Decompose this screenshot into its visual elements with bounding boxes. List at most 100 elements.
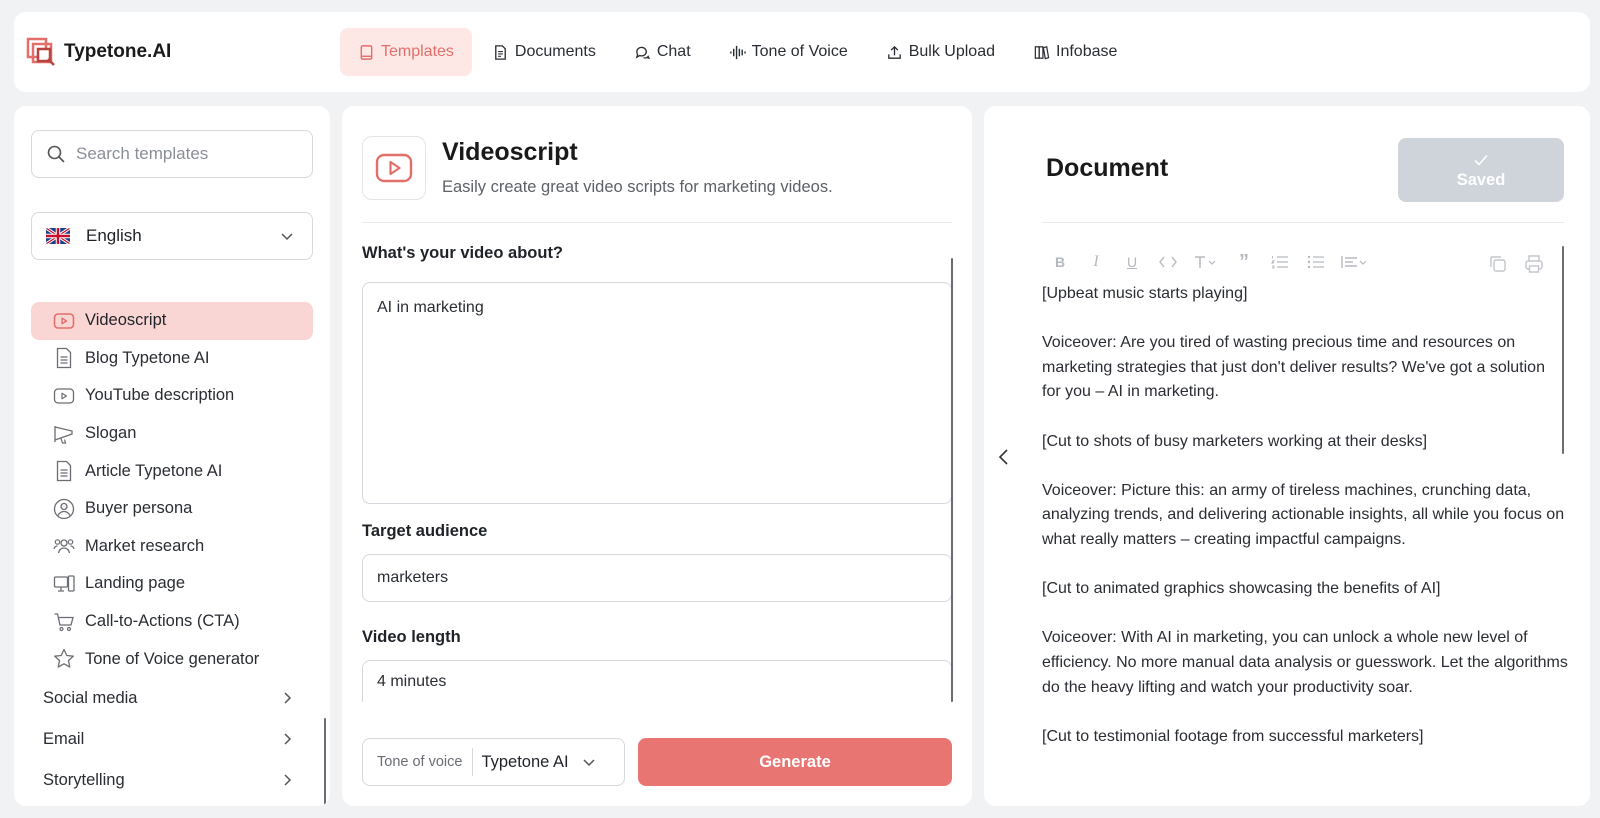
print-icon[interactable] xyxy=(1524,254,1544,274)
target-audience-label: Target audience xyxy=(362,522,488,540)
template-item-buyer-persona[interactable]: Buyer persona xyxy=(31,490,313,528)
template-item-market-research[interactable]: Market research xyxy=(31,528,313,566)
category-label: Storytelling xyxy=(43,770,125,789)
divider xyxy=(1042,222,1564,223)
search-box[interactable] xyxy=(31,130,313,178)
template-item-videoscript[interactable]: Videoscript xyxy=(31,302,313,340)
star-icon xyxy=(53,648,75,670)
template-item-tone-generator[interactable]: Tone of Voice generator xyxy=(31,640,313,678)
template-item-slogan[interactable]: Slogan xyxy=(31,415,313,453)
saved-button[interactable]: Saved xyxy=(1398,138,1564,202)
template-item-cta[interactable]: Call-to-Actions (CTA) xyxy=(31,603,313,641)
chevron-left-icon[interactable] xyxy=(994,446,1014,468)
template-item-label: Article Typetone AI xyxy=(85,461,223,480)
waveform-icon xyxy=(729,44,746,61)
chevron-down-icon xyxy=(569,754,597,770)
app-name: Typetone.AI xyxy=(64,41,172,62)
code-icon[interactable] xyxy=(1150,250,1186,274)
books-icon xyxy=(1033,44,1050,61)
template-item-label: Videoscript xyxy=(85,311,167,330)
nav-templates[interactable]: Templates xyxy=(340,28,472,76)
language-value: English xyxy=(86,226,142,245)
app-logo[interactable]: Typetone.AI xyxy=(26,37,326,67)
nav-label: Tone of Voice xyxy=(751,43,848,60)
search-icon xyxy=(46,144,66,164)
category-label: Social media xyxy=(43,688,138,707)
target-audience-input[interactable]: marketers xyxy=(362,554,952,602)
document-paragraph: [Cut to testimonial footage from success… xyxy=(1042,727,1424,745)
video-about-label: What's your video about? xyxy=(362,244,564,262)
document-title: Document xyxy=(1046,154,1169,182)
tone-of-voice-value: Typetone AI xyxy=(481,752,569,771)
nav-label: Chat xyxy=(656,43,691,60)
file-text-icon xyxy=(53,347,75,369)
play-icon xyxy=(53,310,75,332)
form-scrollbar[interactable] xyxy=(951,258,953,702)
nav-infobase[interactable]: Infobase xyxy=(1015,28,1135,76)
template-item-label: Blog Typetone AI xyxy=(85,348,210,367)
nav-bulk-upload[interactable]: Bulk Upload xyxy=(868,28,1013,76)
chevron-right-icon xyxy=(279,690,295,706)
nav-label: Templates xyxy=(381,43,454,60)
main-nav: Templates Documents Chat Tone of Voice B… xyxy=(340,28,1137,76)
megaphone-icon xyxy=(53,423,75,445)
template-item-label: Market research xyxy=(85,536,205,555)
chevron-right-icon xyxy=(279,731,295,747)
sidebar-scrollbar[interactable] xyxy=(324,718,326,806)
play-icon xyxy=(53,385,75,407)
template-item-blog[interactable]: Blog Typetone AI xyxy=(31,340,313,378)
document-paragraph: [Cut to animated graphics showcasing the… xyxy=(1042,580,1441,598)
nav-label: Documents xyxy=(514,43,596,60)
template-item-label: Buyer persona xyxy=(85,499,193,518)
template-form-panel: Videoscript Easily create great video sc… xyxy=(342,106,972,806)
underline-icon[interactable]: U xyxy=(1114,250,1150,274)
template-item-label: YouTube description xyxy=(85,386,235,405)
nav-label: Bulk Upload xyxy=(908,43,995,60)
quote-icon[interactable]: ” xyxy=(1226,250,1262,274)
italic-icon[interactable]: I xyxy=(1078,250,1114,274)
category-label: Email xyxy=(43,729,85,748)
video-length-input[interactable]: 4 minutes xyxy=(362,660,952,702)
video-about-textarea[interactable]: AI in marketing xyxy=(362,282,952,504)
nav-label: Infobase xyxy=(1056,43,1118,60)
document-scrollbar[interactable] xyxy=(1562,246,1564,454)
search-input[interactable] xyxy=(76,144,306,164)
template-list: Videoscript Blog Typetone AI YouTube des… xyxy=(31,302,313,801)
saved-label: Saved xyxy=(1456,170,1506,189)
template-item-landing-page[interactable]: Landing page xyxy=(31,565,313,603)
template-item-youtube[interactable]: YouTube description xyxy=(31,377,313,415)
document-editor[interactable]: [Upbeat music starts playing] Voiceover:… xyxy=(1042,282,1568,794)
upload-icon xyxy=(886,44,903,61)
devices-icon xyxy=(53,573,75,595)
editor-toolbar: B I U ” xyxy=(1042,250,1374,274)
nav-documents[interactable]: Documents xyxy=(474,28,614,76)
template-item-label: Slogan xyxy=(85,424,137,443)
category-email[interactable]: Email xyxy=(31,719,313,760)
generate-button[interactable]: Generate xyxy=(638,738,952,786)
template-title: Videoscript xyxy=(442,138,578,166)
bold-icon[interactable]: B xyxy=(1042,250,1078,274)
document-icon xyxy=(492,44,509,61)
language-select[interactable]: English xyxy=(31,212,313,260)
document-paragraph: [Cut to shots of busy marketers working … xyxy=(1042,432,1428,450)
category-storytelling[interactable]: Storytelling xyxy=(31,760,313,801)
template-icon-box xyxy=(362,136,426,200)
template-item-label: Call-to-Actions (CTA) xyxy=(85,612,240,631)
template-description: Easily create great video scripts for ma… xyxy=(442,178,833,196)
text-size-icon[interactable] xyxy=(1186,250,1226,274)
divider xyxy=(362,222,952,223)
category-social-media[interactable]: Social media xyxy=(31,678,313,719)
nav-tone-of-voice[interactable]: Tone of Voice xyxy=(711,28,866,76)
copy-icon[interactable] xyxy=(1488,254,1508,274)
align-icon[interactable] xyxy=(1334,250,1374,274)
uk-flag-icon xyxy=(46,228,70,244)
nav-chat[interactable]: Chat xyxy=(616,28,709,76)
tone-of-voice-select[interactable]: Tone of voice Typetone AI xyxy=(362,738,625,786)
bullet-list-icon[interactable] xyxy=(1298,250,1334,274)
tone-of-voice-label: Tone of voice xyxy=(363,748,474,776)
template-item-article[interactable]: Article Typetone AI xyxy=(31,452,313,490)
chevron-down-icon xyxy=(278,227,296,245)
ordered-list-icon[interactable] xyxy=(1262,250,1298,274)
users-icon xyxy=(53,535,75,557)
check-icon xyxy=(1472,151,1490,171)
